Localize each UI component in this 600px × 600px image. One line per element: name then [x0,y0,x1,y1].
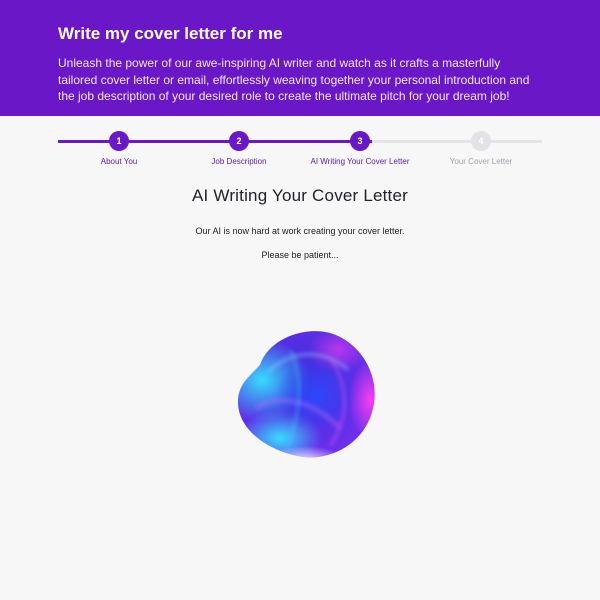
step-ai-writing: 3 AI Writing Your Cover Letter [295,129,425,166]
step-label: Your Cover Letter [449,157,513,166]
step-number-badge: 2 [229,131,249,151]
step-number-badge: 3 [350,131,370,151]
page-header: Write my cover letter for me Unleash the… [0,0,600,116]
step-label: AI Writing Your Cover Letter [310,157,410,166]
page-description: Unleash the power of our awe-inspiring A… [58,56,530,103]
section-title: AI Writing Your Cover Letter [192,186,408,205]
page-title: Write my cover letter for me [58,24,283,43]
ai-loading-orb [220,310,390,470]
step-about-you: 1 About You [54,129,184,166]
step-label: Job Description [211,157,267,166]
status-message: Our AI is now hard at work creating your… [195,226,405,236]
step-job-description: 2 Job Description [174,129,304,166]
loading-orb-icon [238,331,375,458]
patience-message: Please be patient... [261,250,339,260]
progress-stepper: 1 About You 2 Job Description 3 AI Writi… [58,129,542,169]
step-label: About You [100,157,138,166]
step-your-cover-letter: 4 Your Cover Letter [416,129,546,166]
step-number-badge: 1 [109,131,129,151]
step-number-badge: 4 [471,131,491,151]
